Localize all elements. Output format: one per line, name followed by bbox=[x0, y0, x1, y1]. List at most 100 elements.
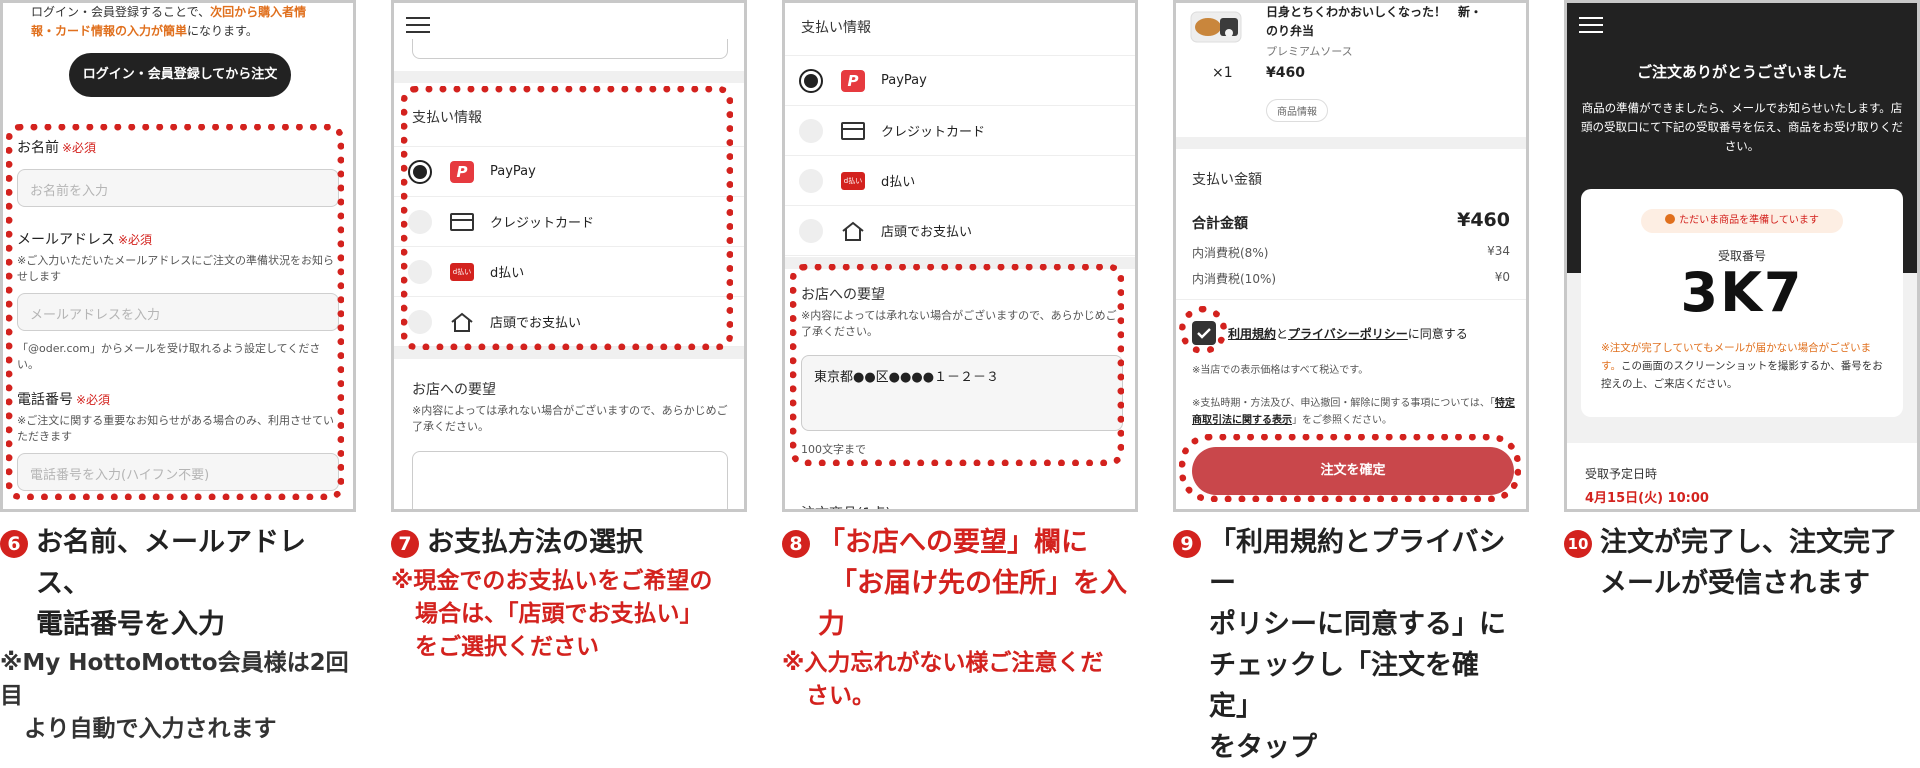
item-qty: ×1 bbox=[1212, 65, 1233, 81]
radio-icon[interactable] bbox=[799, 168, 823, 193]
terms-link[interactable]: 利用規約 bbox=[1228, 327, 1276, 341]
payment-option-store[interactable]: 店頭でお支払い bbox=[394, 297, 744, 347]
phone-label: 電話番号 ※必須 bbox=[17, 392, 111, 408]
request-title: お店への要望 bbox=[801, 287, 885, 303]
customer-form: お名前 ※必須 お名前を入力 メールアドレス ※必須 ※ご入力いただいたメールアドレ… bbox=[17, 137, 339, 491]
step-number-badge: 6 bbox=[0, 530, 28, 558]
radio-icon[interactable] bbox=[799, 218, 823, 243]
pickup-time-label: 受取予定日時 bbox=[1585, 467, 1658, 481]
caption-10: 10 注文が完了し、注文完了 メールが受信されます bbox=[1564, 522, 1920, 604]
total-value: ¥460 bbox=[1457, 209, 1510, 231]
separator bbox=[1176, 299, 1526, 300]
d-barai-icon: d払い bbox=[841, 171, 865, 190]
divider bbox=[394, 71, 744, 83]
step-number-badge: 9 bbox=[1173, 530, 1201, 558]
privacy-link[interactable]: プライバシーポリシー bbox=[1288, 327, 1408, 341]
pickup-card: ただいま商品を準備しています 受取番号 3K7 ※注文が完了していてもメールが届… bbox=[1581, 189, 1903, 417]
hamburger-menu-icon[interactable] bbox=[406, 17, 430, 33]
paypay-icon: P bbox=[450, 160, 474, 183]
phone-note: ※ご注文に関する重要なお知らせがある場合のみ、利用させていただきます bbox=[17, 414, 334, 443]
item-name: 日身とちくわかおいしくなった！ 新・ のり弁当 bbox=[1266, 5, 1483, 38]
status-dot-icon bbox=[1665, 214, 1676, 224]
pickup-time-section: 受取予定日時 4月15日(火) 10:00 bbox=[1567, 443, 1917, 509]
credit-card-icon bbox=[450, 212, 474, 231]
caption-note: ※入力忘れがない様ご注意くだ さい。 bbox=[782, 650, 1104, 709]
caption-title: お支払方法の選択 bbox=[427, 527, 643, 558]
char-limit: 100文字まで bbox=[801, 443, 866, 456]
d-barai-icon: d払い bbox=[450, 262, 474, 281]
tax10-value: ¥0 bbox=[1494, 270, 1510, 284]
caption-title: お名前、メールアドレス、 電話番号を入力 bbox=[36, 527, 306, 640]
caption-note: ※My HottoMotto会員様は2回目 より自動で入力されます bbox=[0, 650, 349, 742]
item-option: プレミアムソース bbox=[1266, 45, 1353, 58]
item-price: ¥460 bbox=[1266, 65, 1305, 81]
tax10-label: 内消費税(10%) bbox=[1192, 272, 1277, 286]
request-textarea[interactable] bbox=[412, 451, 728, 509]
step-10: ご注文ありがとうございました 商品の準備ができましたら、メールでお知らせいたしま… bbox=[1564, 0, 1920, 682]
payment-option-credit[interactable]: クレジットカード bbox=[394, 197, 744, 247]
request-title: お店への要望 bbox=[412, 382, 496, 398]
login-register-button[interactable]: ログイン・会員登録してから注文 bbox=[69, 53, 291, 97]
phone-screen-6: ログイン・会員登録することで、次回から購入者情 報・カード情報の入力が簡単になり… bbox=[0, 0, 356, 512]
payment-option-store[interactable]: 店頭でお支払い bbox=[785, 206, 1135, 256]
step-number-badge: 10 bbox=[1564, 530, 1592, 558]
thanks-message: 商品の準備ができましたら、メールでお知らせいたします。店頭の受取口にて下記の受取… bbox=[1581, 101, 1903, 153]
confirm-order-button[interactable]: 注文を確定 bbox=[1192, 447, 1514, 495]
payment-methods: P PayPay クレジットカード d払い d払い 店頭でお支払い bbox=[394, 146, 744, 347]
caption-title: 注文が完了し、注文完了 メールが受信されます bbox=[1600, 527, 1897, 599]
payment-option-paypay[interactable]: P PayPay bbox=[394, 147, 744, 197]
phone-input[interactable]: 電話番号を入力(ハイフン不要) bbox=[17, 453, 339, 491]
step-8: 支払い情報 P PayPay クレジットカード d払い d払い 店頭でお支払い お店… bbox=[782, 0, 1138, 709]
payment-option-credit[interactable]: クレジットカード bbox=[785, 106, 1135, 156]
hamburger-menu-icon[interactable] bbox=[1579, 17, 1603, 33]
paypay-icon: P bbox=[841, 69, 865, 92]
pickup-time-value: 4月15日(火) 10:00 bbox=[1585, 491, 1709, 506]
pickup-number: 3K7 bbox=[1680, 261, 1804, 324]
phone-screen-9: 日身とちくわかおいしくなった！ 新・ のり弁当 プレミアムソース ×1 ¥460 … bbox=[1173, 0, 1529, 512]
payment-option-dbarai[interactable]: d払い d払い bbox=[394, 247, 744, 297]
radio-icon[interactable] bbox=[408, 259, 432, 284]
total-label: 合計金額 bbox=[1192, 216, 1248, 232]
step-number-badge: 7 bbox=[391, 530, 419, 558]
request-note: ※内容によっては承れない場合がございますので、あらかじめご了承ください。 bbox=[412, 404, 728, 433]
home-icon bbox=[842, 221, 864, 241]
check-icon bbox=[1197, 328, 1211, 339]
divider bbox=[1176, 137, 1526, 149]
name-label: お名前 ※必須 bbox=[17, 140, 97, 156]
phone-screen-10: ご注文ありがとうございました 商品の準備ができましたら、メールでお知らせいたしま… bbox=[1564, 0, 1920, 512]
caption-8: 8 「お店への要望」欄に 「お届け先の住所」を入力 ※入力忘れがない様ご注意くださ… bbox=[782, 522, 1138, 713]
radio-selected-icon[interactable] bbox=[408, 159, 432, 184]
caption-6: 6 お名前、メールアドレス、 電話番号を入力 ※My HottoMotto会員様は… bbox=[0, 522, 356, 746]
phone-screen-8: 支払い情報 P PayPay クレジットカード d払い d払い 店頭でお支払い お店… bbox=[782, 0, 1138, 512]
payment-option-dbarai[interactable]: d払い d払い bbox=[785, 156, 1135, 206]
radio-icon[interactable] bbox=[408, 209, 432, 234]
payment-option-paypay[interactable]: P PayPay bbox=[785, 56, 1135, 106]
law-note: ※支払時期・方法及び、申込撤回・解除に関する事項については、「特定商取引法に関す… bbox=[1192, 398, 1515, 426]
request-note: ※内容によっては承れない場合がございますので、あらかじめご了承ください。 bbox=[801, 309, 1117, 338]
payment-methods: P PayPay クレジットカード d払い d払い 店頭でお支払い bbox=[785, 55, 1135, 256]
caption-7: 7 お支払方法の選択 ※現金でのお支払いをご希望の 場合は、「店頭でお支払い」 をご… bbox=[391, 522, 747, 664]
order-items-title: 注文商品(1点) bbox=[801, 503, 891, 509]
amount-title: 支払い金額 bbox=[1192, 172, 1262, 188]
radio-icon[interactable] bbox=[799, 118, 823, 143]
radio-selected-icon[interactable] bbox=[799, 68, 823, 93]
step-7: 支払い情報 P PayPay クレジットカード d払い d払い 店頭でお支払い お店… bbox=[391, 0, 747, 682]
step-9: 日身とちくわかおいしくなった！ 新・ のり弁当 プレミアムソース ×1 ¥460 … bbox=[1173, 0, 1529, 763]
payment-title: 支払い情報 bbox=[412, 110, 482, 126]
agree-checkbox[interactable] bbox=[1192, 321, 1216, 345]
email-label: メールアドレス ※必須 bbox=[17, 232, 153, 248]
request-textarea[interactable]: 東京都●●区●●●●１－２－３ bbox=[801, 355, 1123, 431]
name-input[interactable]: お名前を入力 bbox=[17, 169, 339, 207]
phone-screen-7: 支払い情報 P PayPay クレジットカード d払い d払い 店頭でお支払い お店… bbox=[391, 0, 747, 512]
tax-note: ※当店での表示価格はすべて税込です。 bbox=[1192, 365, 1369, 376]
tax8-label: 内消費税(8%) bbox=[1192, 246, 1269, 260]
radio-icon[interactable] bbox=[408, 309, 432, 334]
caption-title: 「お店への要望」欄に 「お届け先の住所」を入力 bbox=[818, 527, 1127, 640]
email-input[interactable]: メールアドレスを入力 bbox=[17, 293, 339, 331]
divider bbox=[785, 257, 1135, 269]
credit-card-icon bbox=[841, 121, 865, 140]
item-info-button[interactable]: 商品情報 bbox=[1266, 99, 1328, 122]
email-note: ※ご入力いただいたメールアドレスにご注文の準備状況をお知らせします bbox=[17, 254, 334, 283]
bento-image bbox=[1190, 11, 1242, 43]
tax8-value: ¥34 bbox=[1487, 244, 1510, 258]
